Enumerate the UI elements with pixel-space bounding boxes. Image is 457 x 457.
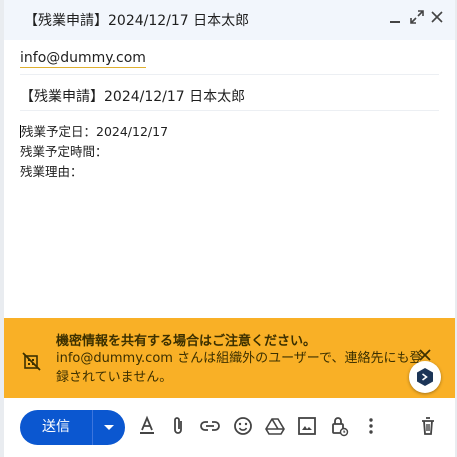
external-recipient-warning: 機密情報を共有する場合はご注意ください。 info@dummy.com さんは組… (4, 318, 455, 398)
caret-down-icon (104, 425, 114, 430)
warning-message: info@dummy.com さんは組織外のユーザーで、連絡先にも登録されていま… (56, 351, 423, 385)
recipient-chip[interactable]: info@dummy.com (20, 50, 146, 68)
emoji-icon[interactable] (231, 414, 255, 438)
body-line: 残業予定時間： (20, 144, 108, 159)
compose-window: 【残業申請】2024/12/17 日本太郎 info@dummy.com 【残業… (4, 0, 455, 457)
drive-icon[interactable] (263, 414, 287, 438)
assistant-button[interactable] (409, 361, 441, 393)
link-icon[interactable] (198, 414, 222, 438)
send-options-button[interactable] (93, 410, 125, 445)
no-contact-icon (22, 351, 42, 371)
compose-toolbar: 送信 (4, 398, 455, 457)
body-line: 残業理由： (20, 164, 83, 179)
send-button-group: 送信 (20, 410, 125, 445)
body-line: 残業予定日：2024/12/17 (20, 124, 169, 139)
image-icon[interactable] (295, 414, 319, 438)
divider (20, 110, 439, 111)
expand-icon[interactable] (406, 8, 428, 30)
format-text-icon[interactable] (135, 414, 159, 438)
assistant-hexagon-icon (417, 368, 433, 386)
trash-icon[interactable] (416, 414, 440, 438)
warning-title: 機密情報を共有する場合はご注意ください。 (56, 334, 317, 349)
send-button[interactable]: 送信 (20, 410, 92, 445)
lock-clock-icon[interactable] (327, 414, 351, 438)
compose-title: 【残業申請】2024/12/17 日本太郎 (24, 13, 250, 29)
close-icon[interactable] (426, 8, 448, 30)
compose-titlebar[interactable]: 【残業申請】2024/12/17 日本太郎 (4, 0, 455, 40)
more-icon[interactable] (359, 414, 383, 438)
divider (20, 74, 439, 75)
message-body[interactable]: 残業予定日：2024/12/17 残業予定時間： 残業理由： (20, 122, 168, 182)
minimize-icon[interactable] (384, 8, 406, 30)
subject-field[interactable]: 【残業申請】2024/12/17 日本太郎 (20, 86, 245, 106)
attach-icon[interactable] (166, 414, 190, 438)
